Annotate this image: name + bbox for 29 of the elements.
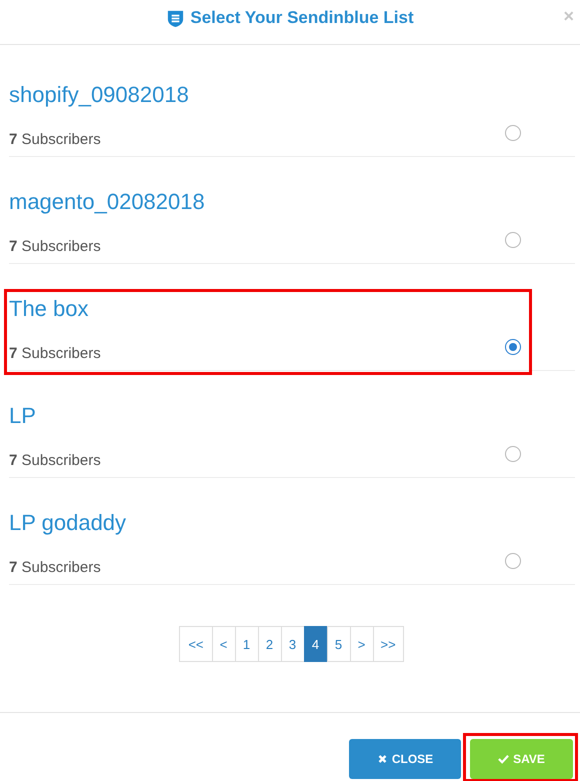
check-icon <box>498 754 510 764</box>
page-button[interactable]: 1 <box>234 626 258 662</box>
list-name: magento_02082018 <box>9 189 205 215</box>
list-name: shopify_09082018 <box>9 82 189 108</box>
logo-icon <box>166 8 186 28</box>
subscriber-count: 7 Subscribers <box>9 237 102 257</box>
subscriber-count: 7 Subscribers <box>9 451 101 471</box>
radio-button[interactable] <box>505 339 521 355</box>
page-button[interactable]: 3 <box>280 626 304 662</box>
radio-button[interactable] <box>505 125 521 141</box>
close-button[interactable]: CLOSE <box>349 739 461 779</box>
page-button[interactable]: << <box>179 626 212 662</box>
dialog-title: Select Your Sendinblue List <box>190 8 414 28</box>
page-button[interactable]: < <box>212 626 236 662</box>
radio-button[interactable] <box>505 553 521 569</box>
radio-button[interactable] <box>505 232 521 248</box>
subscriber-count: 7 Subscribers <box>9 344 101 364</box>
radio-button[interactable] <box>505 446 521 462</box>
close-icon <box>376 754 388 764</box>
page-button[interactable]: >> <box>372 626 404 662</box>
page-button[interactable]: > <box>350 626 374 662</box>
page-button[interactable]: 5 <box>326 626 350 662</box>
subscriber-count: 7 Subscribers <box>9 558 102 578</box>
subscriber-count: 7 Subscribers <box>9 130 102 150</box>
list-name: LP godaddy <box>9 510 126 536</box>
list-name: The box <box>9 296 90 322</box>
list-name: LP <box>9 403 37 429</box>
page-button[interactable]: 4 <box>304 626 328 662</box>
page-button[interactable]: 2 <box>258 626 282 662</box>
